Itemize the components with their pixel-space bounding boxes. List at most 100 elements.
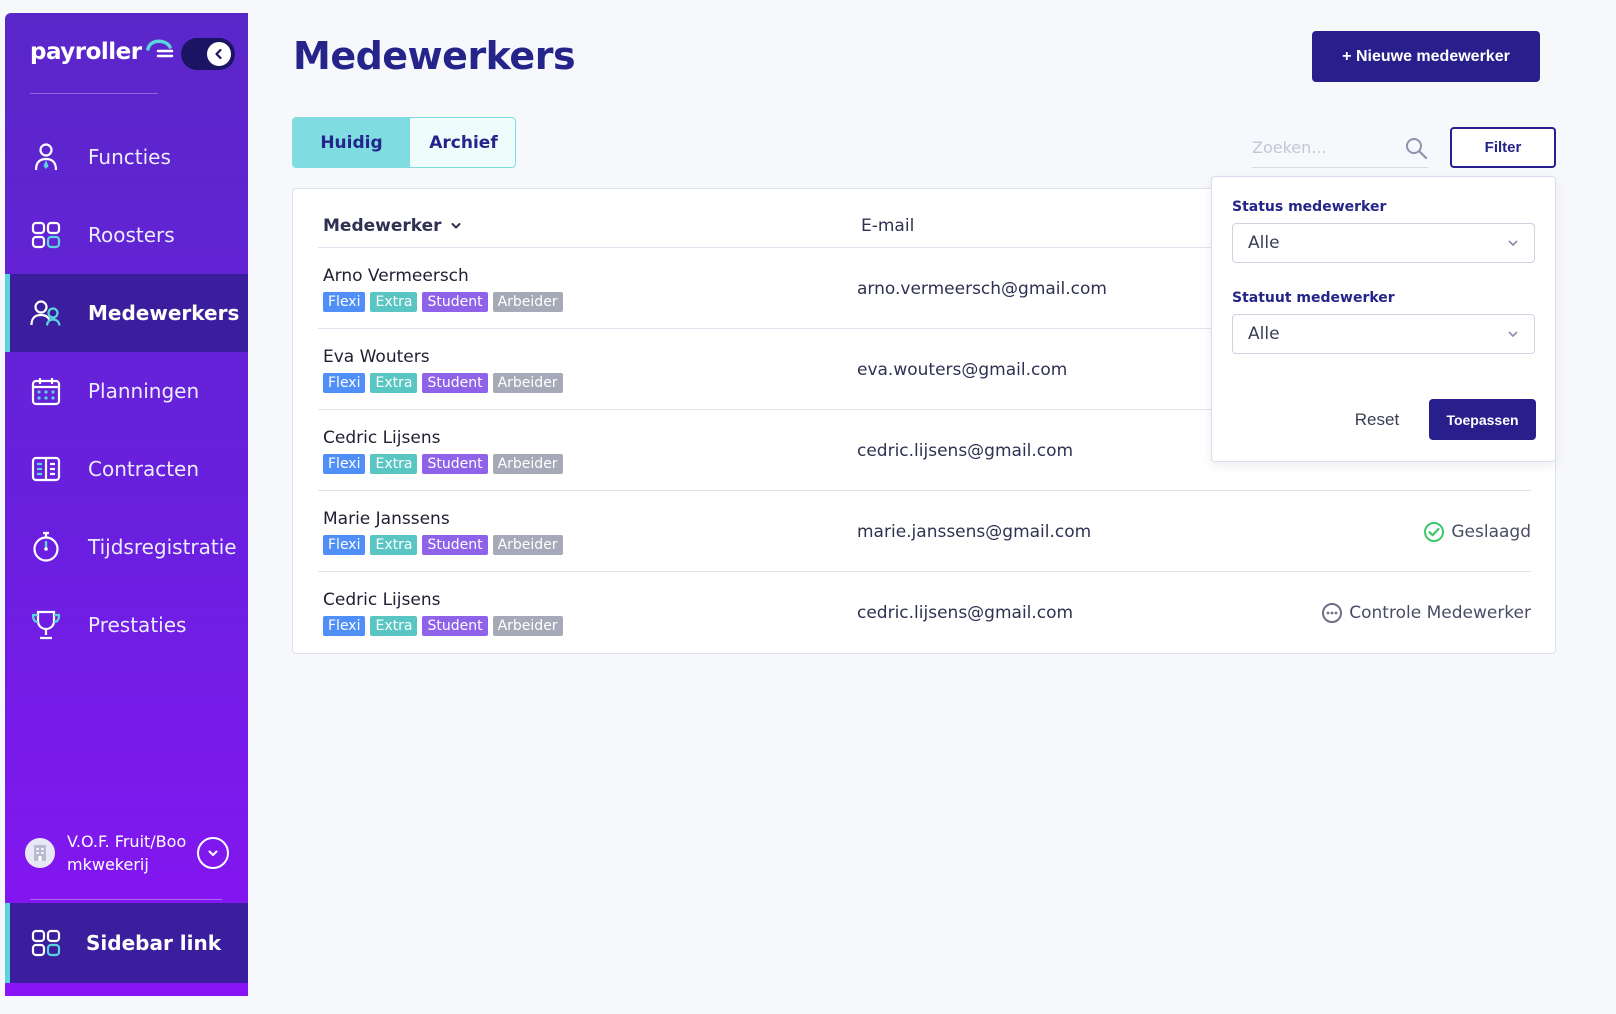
sidebar-item-prestaties[interactable]: Prestaties	[5, 586, 248, 664]
status-select-value: Alle	[1248, 233, 1280, 253]
apply-button[interactable]: Toepassen	[1429, 399, 1536, 440]
badge-student: Student	[422, 535, 488, 555]
sidebar-item-functies[interactable]: Functies	[5, 118, 248, 196]
tab-huidig[interactable]: Huidig	[293, 118, 410, 167]
search-input[interactable]: Zoeken...	[1252, 128, 1428, 168]
employee-name: Cedric Lijsens	[323, 590, 441, 610]
sidebar-bottom-link-label: Sidebar link	[86, 931, 222, 955]
stopwatch-icon	[30, 531, 62, 563]
new-employee-button[interactable]: + Nieuwe medewerker	[1312, 31, 1540, 82]
status-badge: Controle Medewerker	[1321, 602, 1531, 624]
badge-extra: Extra	[370, 292, 418, 312]
badge-flexi: Flexi	[323, 616, 366, 636]
chevron-down-icon	[451, 223, 461, 229]
search-placeholder: Zoeken...	[1252, 138, 1327, 157]
employee-email: cedric.lijsens@gmail.com	[857, 441, 1074, 461]
employee-email: marie.janssens@gmail.com	[857, 522, 1092, 542]
sidebar-item-medewerkers[interactable]: Medewerkers	[5, 274, 248, 352]
chevron-down-icon[interactable]	[197, 837, 229, 869]
employee-email: arno.vermeersch@gmail.com	[857, 279, 1107, 299]
badge-student: Student	[422, 373, 488, 393]
reset-button[interactable]: Reset	[1344, 400, 1410, 440]
company-divider	[30, 899, 222, 900]
badge-extra: Extra	[370, 373, 418, 393]
sidebar-item-label: Tijdsregistratie	[88, 535, 237, 559]
sidebar-bottom-link[interactable]: Sidebar link	[5, 903, 248, 983]
building-icon	[25, 838, 55, 868]
employee-email: eva.wouters@gmail.com	[857, 360, 1068, 380]
badge-arbeider: Arbeider	[492, 616, 563, 636]
badge-student: Student	[422, 616, 488, 636]
sidebar-item-label: Planningen	[88, 379, 200, 403]
badge-flexi: Flexi	[323, 292, 366, 312]
sidebar-item-contracten[interactable]: Contracten	[5, 430, 248, 508]
page-title: Medewerkers	[293, 34, 576, 78]
badge-arbeider: Arbeider	[492, 292, 563, 312]
status-badge: Geslaagd	[1423, 521, 1531, 543]
filter-panel: Status medewerker Alle Statuut medewerke…	[1211, 176, 1556, 462]
sidebar-item-label: Prestaties	[88, 613, 187, 637]
badge-group: Flexi Extra Student Arbeider	[323, 292, 563, 312]
badge-arbeider: Arbeider	[492, 454, 563, 474]
badge-group: Flexi Extra Student Arbeider	[323, 616, 563, 636]
sidebar-item-planningen[interactable]: Planningen	[5, 352, 248, 430]
check-circle-icon	[1424, 522, 1445, 542]
status-select[interactable]: Alle	[1232, 223, 1535, 263]
contract-icon	[30, 453, 62, 485]
badge-arbeider: Arbeider	[492, 373, 563, 393]
badge-group: Flexi Extra Student Arbeider	[323, 454, 563, 474]
calendar-icon	[30, 375, 62, 407]
badge-flexi: Flexi	[323, 454, 366, 474]
status-label: Controle Medewerker	[1349, 603, 1531, 623]
company-switcher[interactable]: V.O.F. Fruit/Boomkwekerij	[25, 830, 235, 876]
badge-flexi: Flexi	[323, 535, 366, 555]
more-circle-icon	[1322, 603, 1343, 623]
sidebar-item-label: Contracten	[88, 457, 200, 481]
sidebar-item-roosters[interactable]: Roosters	[5, 196, 248, 274]
sidebar-item-label: Medewerkers	[88, 301, 240, 325]
employee-name: Arno Vermeersch	[323, 266, 469, 286]
statuut-select-value: Alle	[1248, 324, 1280, 344]
sidebar-item-tijdsregistratie[interactable]: Tijdsregistratie	[5, 508, 248, 586]
chevron-down-icon	[1508, 240, 1518, 246]
badge-group: Flexi Extra Student Arbeider	[323, 535, 563, 555]
badge-group: Flexi Extra Student Arbeider	[323, 373, 563, 393]
status-filter-label: Status medewerker	[1232, 199, 1387, 215]
sidebar-nav: Functies Roosters Medewerkers Planningen…	[5, 118, 248, 664]
chevron-down-icon	[1508, 331, 1518, 337]
filter-button[interactable]: Filter	[1450, 127, 1556, 168]
table-row[interactable]: Cedric Lijsens Flexi Extra Student Arbei…	[318, 572, 1531, 653]
statuut-filter-label: Statuut medewerker	[1232, 290, 1395, 306]
column-header-medewerker[interactable]: Medewerker	[323, 216, 462, 236]
badge-extra: Extra	[370, 454, 418, 474]
badge-student: Student	[422, 292, 488, 312]
status-label: Geslaagd	[1451, 522, 1531, 542]
employee-email: cedric.lijsens@gmail.com	[857, 603, 1074, 623]
badge-flexi: Flexi	[323, 373, 366, 393]
employee-name: Cedric Lijsens	[323, 428, 441, 448]
grid-icon	[30, 219, 62, 251]
logo-text: payroller	[30, 39, 142, 65]
logo-mark-icon	[145, 39, 173, 58]
company-name: V.O.F. Fruit/Boomkwekerij	[67, 832, 187, 874]
logo[interactable]: payroller	[30, 39, 174, 65]
employee-name: Marie Janssens	[323, 509, 450, 529]
statuut-select[interactable]: Alle	[1232, 314, 1535, 354]
tab-archief[interactable]: Archief	[410, 118, 515, 167]
search-icon[interactable]	[1404, 136, 1428, 160]
column-header-email: E-mail	[861, 216, 915, 236]
tabs: Huidig Archief	[292, 117, 516, 168]
badge-student: Student	[422, 454, 488, 474]
sidebar-item-label: Functies	[88, 145, 171, 169]
table-row[interactable]: Marie Janssens Flexi Extra Student Arbei…	[318, 491, 1531, 572]
badge-extra: Extra	[370, 535, 418, 555]
sidebar-item-label: Roosters	[88, 223, 175, 247]
trophy-icon	[30, 609, 62, 641]
logo-divider	[30, 93, 158, 94]
sidebar-collapse-toggle[interactable]	[181, 38, 235, 70]
badge-extra: Extra	[370, 616, 418, 636]
sidebar: payroller Functies Roosters Medewerkers …	[5, 13, 248, 996]
person-icon	[30, 141, 62, 173]
chevron-left-icon	[207, 42, 231, 66]
employee-name: Eva Wouters	[323, 347, 430, 367]
